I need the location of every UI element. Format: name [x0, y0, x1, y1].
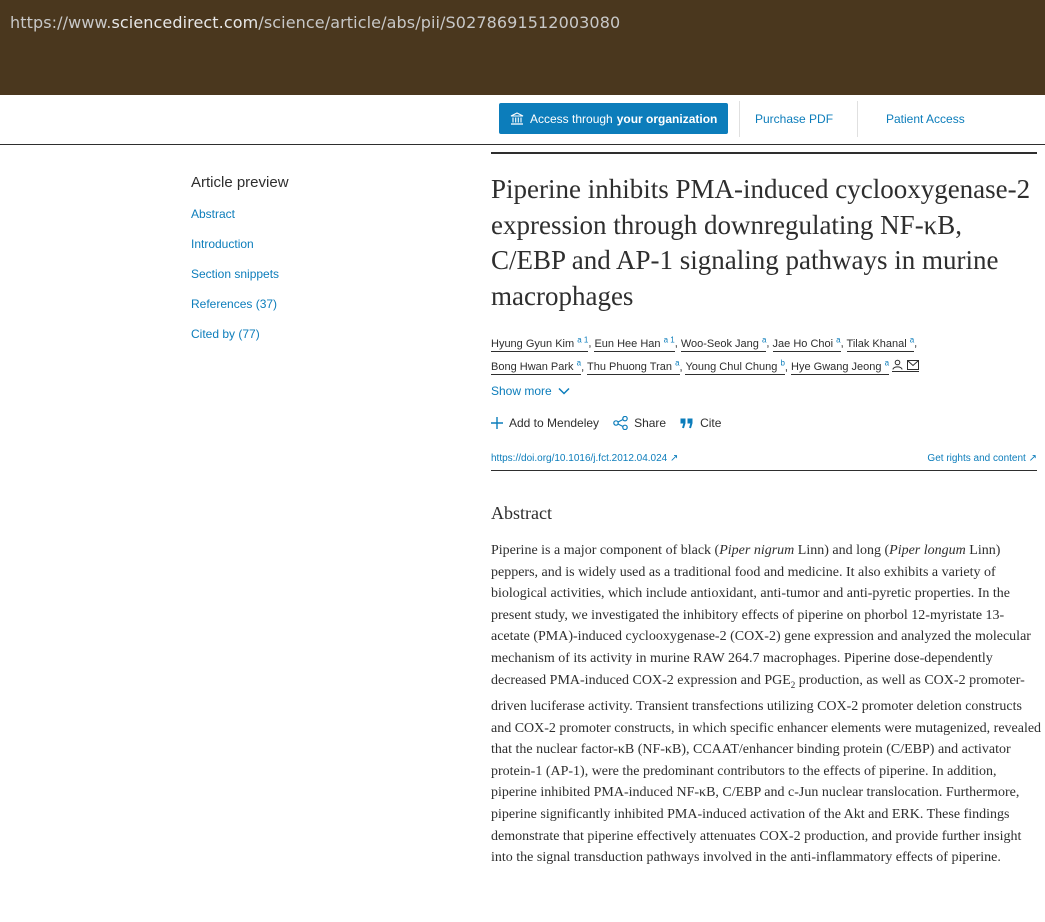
author-link[interactable]: Jae Ho Choi a	[772, 335, 841, 352]
person-icon	[892, 360, 903, 370]
plus-icon	[491, 417, 503, 429]
author-link[interactable]: Young Chul Chung b	[685, 359, 785, 376]
quote-icon	[680, 418, 693, 428]
mendeley-label: Add to Mendeley	[509, 416, 600, 430]
url-domain: sciencedirect.com	[111, 13, 259, 32]
abstract-body: Piperine is a major component of black (…	[491, 540, 1043, 869]
share-label: Share	[634, 416, 667, 430]
cite-button[interactable]: Cite	[680, 416, 721, 430]
abstract-paragraph: Piperine is a major component of black (…	[491, 543, 1042, 866]
abstract-heading: Abstract	[491, 503, 552, 523]
sidebar-heading: Article preview	[191, 174, 289, 191]
institution-icon	[510, 111, 524, 125]
access-label: Access through	[530, 111, 613, 126]
author-list: Hyung Gyun Kim a 1, Eun Hee Han a 1, Woo…	[491, 335, 920, 376]
author-link[interactable]: Woo-Seok Jang a	[680, 335, 767, 352]
sidebar-item-introduction[interactable]: Introduction	[191, 237, 289, 267]
rights-link[interactable]: Get rights and content ↗	[927, 453, 1037, 464]
author-link[interactable]: Eun Hee Han a 1	[594, 335, 675, 352]
author-link[interactable]: Bong Hwan Park a	[491, 359, 582, 376]
add-to-mendeley-button[interactable]: Add to Mendeley	[491, 416, 599, 430]
browser-toolbar: https://www.sciencedirect.com/science/ar…	[0, 0, 1045, 95]
cite-label: Cite	[700, 416, 722, 430]
url-path: /science/article/abs/pii/S02786915120030…	[258, 13, 621, 32]
author-link[interactable]: Thu Phuong Tran a	[586, 359, 680, 376]
article-title: Piperine inhibits PMA-induced cyclooxyge…	[491, 174, 1031, 311]
doi-row: https://doi.org/10.1016/j.fct.2012.04.02…	[491, 444, 1037, 471]
corresponding-author-icons[interactable]	[892, 359, 920, 373]
author-link[interactable]: Hyung Gyun Kim a 1	[491, 335, 589, 352]
sidebar-item-section-snippets[interactable]: Section snippets	[191, 267, 289, 297]
sidebar-item-cited-by[interactable]: Cited by (77)	[191, 327, 289, 357]
external-link-icon: ↗	[1028, 453, 1037, 464]
article-preview-sidebar: Article preview Abstract Introduction Se…	[191, 174, 289, 357]
url-prefix: https://www.	[10, 13, 112, 32]
nav-separator	[739, 101, 740, 137]
address-bar[interactable]: https://www.sciencedirect.com/science/ar…	[10, 13, 620, 32]
show-more-button[interactable]: Show more	[491, 384, 570, 398]
chevron-down-icon	[558, 387, 570, 395]
purchase-pdf-link[interactable]: Purchase PDF	[755, 112, 833, 126]
access-through-organization-button[interactable]: Access through your organization	[499, 103, 728, 134]
doi-link[interactable]: https://doi.org/10.1016/j.fct.2012.04.02…	[491, 453, 678, 464]
title-rule	[491, 152, 1037, 154]
share-button[interactable]: Share	[613, 416, 666, 430]
article-actions: Add to Mendeley Share Cite	[491, 416, 721, 430]
envelope-icon	[907, 359, 920, 370]
access-label-bold: your organization	[616, 111, 718, 126]
patient-access-link[interactable]: Patient Access	[886, 112, 965, 126]
author-link[interactable]: Tilak Khanal a	[846, 335, 915, 352]
nav-divider	[0, 144, 1045, 145]
sidebar-item-abstract[interactable]: Abstract	[191, 207, 289, 237]
nav-separator	[857, 101, 858, 137]
share-icon	[613, 416, 628, 430]
external-link-icon: ↗	[670, 453, 679, 464]
author-link[interactable]: Hye Gwang Jeong a	[791, 359, 890, 376]
sidebar-item-references[interactable]: References (37)	[191, 297, 289, 327]
show-more-label: Show more	[491, 384, 552, 398]
